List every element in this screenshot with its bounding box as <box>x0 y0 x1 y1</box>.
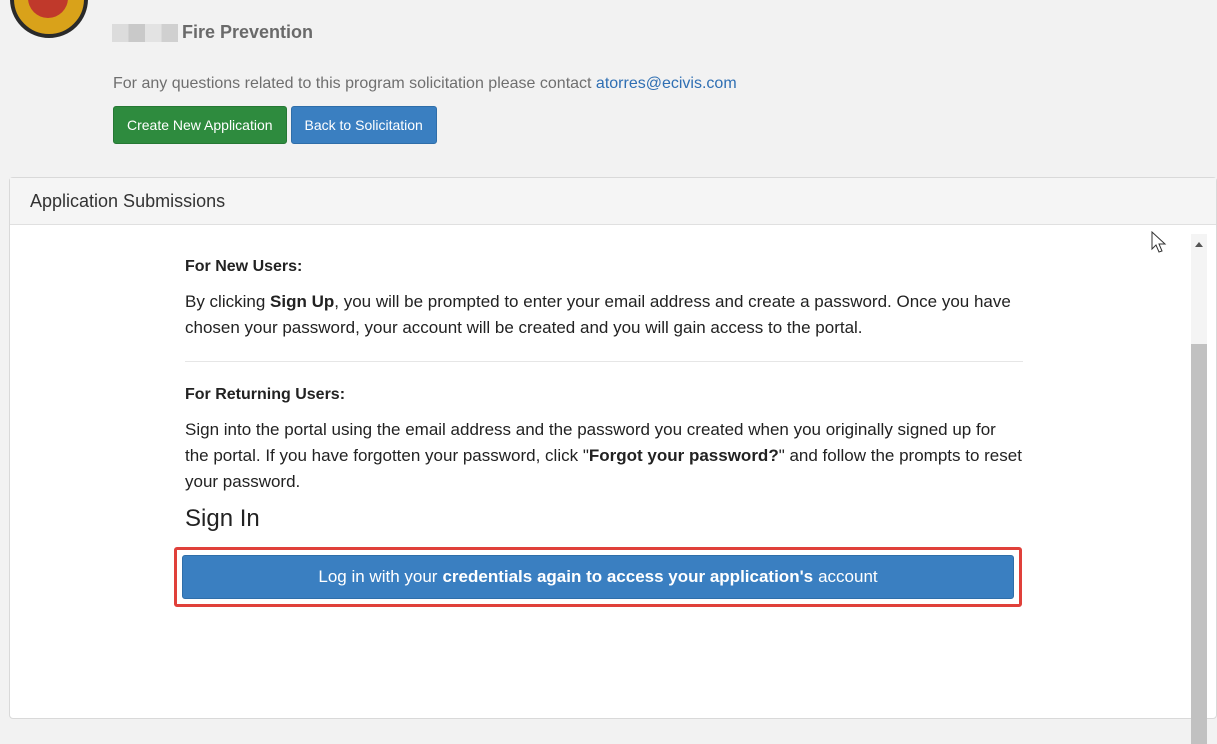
program-title: Fire Prevention <box>112 22 313 43</box>
panel-content: For New Users: By clicking Sign Up, you … <box>174 258 1023 607</box>
contact-line: For any questions related to this progra… <box>113 75 737 93</box>
program-name: Fire Prevention <box>182 22 314 42</box>
returning-users-text: Sign into the portal using the email add… <box>185 420 1022 491</box>
application-submissions-panel: Application Submissions For New Users: B… <box>9 177 1217 744</box>
sign-up-bold: Sign Up <box>270 292 335 311</box>
login-button-prefix: Log in with your <box>318 567 438 586</box>
login-button-bold: credentials again to access your applica… <box>442 567 814 586</box>
organization-logo <box>10 0 88 38</box>
login-button-highlight: Log in with your credentials again to ac… <box>174 547 1022 607</box>
vertical-scrollbar[interactable] <box>1191 234 1207 744</box>
back-to-solicitation-button[interactable]: Back to Solicitation <box>290 106 437 144</box>
action-buttons: Create New Application Back to Solicitat… <box>113 106 437 144</box>
scroll-up-arrow-icon[interactable] <box>1195 242 1203 247</box>
new-users-text: By clicking Sign Up, you will be prompte… <box>185 292 1011 337</box>
contact-email-link[interactable]: atorres@ecivis.com <box>596 75 737 92</box>
panel-heading: Application Submissions <box>10 178 1216 225</box>
login-button[interactable]: Log in with your credentials again to ac… <box>182 555 1014 599</box>
new-users-heading: For New Users: <box>185 258 303 275</box>
create-new-application-button[interactable]: Create New Application <box>113 106 287 144</box>
mouse-pointer-icon <box>1151 231 1167 253</box>
redacted-text <box>112 23 178 42</box>
returning-users-heading: For Returning Users: <box>185 386 346 403</box>
contact-text: For any questions related to this progra… <box>113 75 596 92</box>
scrollbar-thumb[interactable] <box>1191 344 1207 744</box>
sign-in-title: Sign In <box>185 505 260 532</box>
divider <box>185 361 1023 362</box>
forgot-password-bold: Forgot your password? <box>588 446 779 465</box>
login-button-suffix: account <box>818 567 878 586</box>
